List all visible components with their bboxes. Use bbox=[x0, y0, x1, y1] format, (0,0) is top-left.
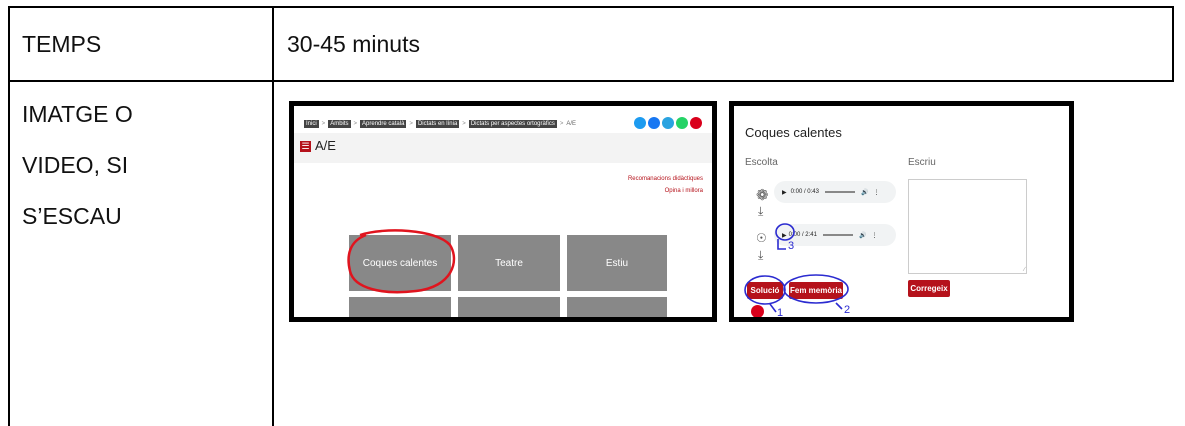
email-icon[interactable] bbox=[690, 117, 702, 129]
breadcrumb-item[interactable]: Dictats per aspectes ortogràfics bbox=[468, 120, 557, 128]
image-video-label-line1: IMATGE O bbox=[22, 101, 133, 127]
screenshot-dictation-exercise: Coques calentes Escolta Escriu ❁ ⤓ ▶ 0:0… bbox=[729, 101, 1074, 322]
tile-row2-b[interactable] bbox=[458, 297, 560, 317]
table-border-middle bbox=[272, 6, 274, 426]
tile-row2-a[interactable] bbox=[349, 297, 451, 317]
tile-row2-c[interactable] bbox=[567, 297, 667, 317]
tile-estiu[interactable]: Estiu bbox=[567, 235, 667, 291]
image-video-label-line2: VIDEO, SI bbox=[22, 152, 129, 178]
page-header-bar: ☰ A/E bbox=[294, 133, 712, 163]
social-share-icons bbox=[634, 117, 702, 129]
breadcrumb-item[interactable]: Aprendre català bbox=[360, 120, 407, 128]
breadcrumb: Inici > Àmbits > Aprendre català > Dicta… bbox=[304, 120, 577, 128]
menu-icon[interactable]: ☰ bbox=[300, 141, 311, 152]
breadcrumb-current: A/E bbox=[566, 121, 577, 127]
temps-label: TEMPS bbox=[22, 31, 102, 57]
annotation-number-3: 3 bbox=[788, 240, 795, 252]
screenshot-dictation-index: Inici > Àmbits > Aprendre català > Dicta… bbox=[289, 101, 717, 322]
table-border-top bbox=[8, 6, 1174, 8]
breadcrumb-item[interactable]: Àmbits bbox=[328, 120, 351, 128]
image-video-label-line3: S’ESCAU bbox=[22, 203, 122, 229]
twitter-icon[interactable] bbox=[634, 117, 646, 129]
table-border-row-separator bbox=[8, 80, 1174, 82]
breadcrumb-item[interactable]: Dictats en línia bbox=[415, 120, 460, 128]
telegram-icon[interactable] bbox=[662, 117, 674, 129]
link-feedback[interactable]: Opina i millora bbox=[665, 188, 703, 194]
tile-teatre[interactable]: Teatre bbox=[458, 235, 560, 291]
temps-value: 30-45 minuts bbox=[287, 31, 420, 57]
annotation-number-1: 1 bbox=[777, 307, 784, 319]
table-border-left bbox=[8, 6, 10, 426]
annotation-number-2: 2 bbox=[844, 304, 851, 316]
annotation-red-circle bbox=[347, 229, 456, 294]
annotation-blue-marks bbox=[744, 223, 849, 313]
breadcrumb-item[interactable]: Inici bbox=[304, 120, 319, 128]
whatsapp-icon[interactable] bbox=[676, 117, 688, 129]
page-title: A/E bbox=[315, 138, 336, 153]
link-recommendations[interactable]: Recomanacions didàctiques bbox=[628, 176, 703, 182]
facebook-icon[interactable] bbox=[648, 117, 660, 129]
table-border-right bbox=[1172, 6, 1174, 82]
